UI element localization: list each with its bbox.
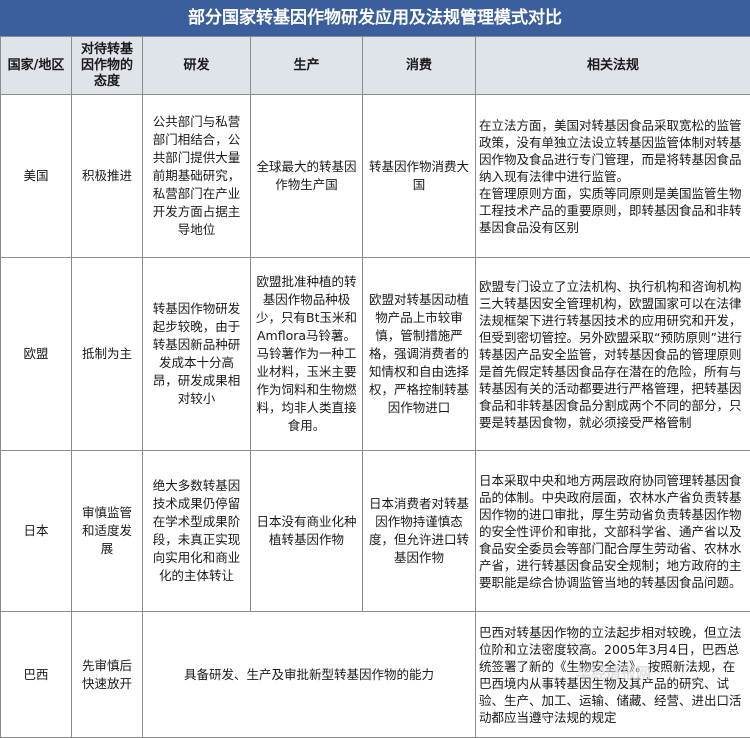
regulation-paragraph: 欧盟专门设立了立法机构、执行机构和咨询机构三大转基因安全管理机构，欧盟国家可以在… bbox=[479, 278, 747, 431]
cell-attitude: 积极推进 bbox=[72, 95, 143, 258]
cell-region: 美国 bbox=[1, 95, 72, 258]
cell-region: 巴西 bbox=[1, 612, 72, 738]
cell-rd: 公共部门与私营部门相结合，公共部门提供大量前期基础研究，私营部门在产业开发方面占… bbox=[143, 95, 251, 258]
header-region: 国家/地区 bbox=[1, 37, 72, 95]
cell-attitude: 先审慎后快速放开 bbox=[72, 612, 143, 738]
table-row: 日本 审慎监管和适度发展 绝大多数转基因技术成果仍停留在学术型成果阶段，未真正实… bbox=[1, 451, 750, 612]
cell-attitude: 审慎监管和适度发展 bbox=[72, 451, 143, 612]
header-consumption: 消费 bbox=[363, 37, 476, 95]
cell-consumption: 日本消费者对转基因作物持谨慎态度，但允许进口转基因作物 bbox=[363, 451, 476, 612]
cell-rd-production: 具备研发、生产及审批新型转基因作物的能力 bbox=[143, 612, 476, 738]
header-rd: 研发 bbox=[143, 37, 251, 95]
header-production: 生产 bbox=[251, 37, 363, 95]
regulation-paragraph: 在立法方面，美国对转基因食品采取宽松的监管政策，没有单独立法设立转基因监管体制对… bbox=[479, 117, 747, 185]
cell-regulations: 在立法方面，美国对转基因食品采取宽松的监管政策，没有单独立法设立转基因监管体制对… bbox=[476, 95, 750, 258]
regulation-paragraph: 日本采取中央和地方两层政府协同管理转基因食品的体制。中央政府层面，农林水产省负责… bbox=[479, 472, 747, 591]
cell-consumption: 欧盟对转基因动植物产品上市较审慎，管制措施严格，强调消费者的知情权和自由选择权，… bbox=[363, 258, 476, 451]
regulation-paragraph: 在管理原则方面，实质等同原则是美国监管生物工程技术产品的重要原则，即转基因食品和… bbox=[479, 185, 747, 236]
cell-regulations: 巴西对转基因作物的立法起步相对较晚，但立法位阶和立法密度较高。2005年3月4日… bbox=[476, 612, 750, 738]
cell-rd: 转基因作物研发起步较晚，由于转基因新品种研发成本十分高昂，研发成果相对较小 bbox=[143, 258, 251, 451]
cell-region: 日本 bbox=[1, 451, 72, 612]
cell-rd: 绝大多数转基因技术成果仍停留在学术型成果阶段，未真正实现向实用化和商业化的主体转… bbox=[143, 451, 251, 612]
table-title: 部分国家转基因作物研发应用及法规管理模式对比 bbox=[0, 0, 750, 37]
table-row: 巴西 先审慎后快速放开 具备研发、生产及审批新型转基因作物的能力 巴西对转基因作… bbox=[1, 612, 750, 738]
header-row: 国家/地区 对待转基因作物的态度 研发 生产 消费 相关法规 bbox=[1, 37, 750, 95]
cell-consumption: 转基因作物消费大国 bbox=[363, 95, 476, 258]
cell-region: 欧盟 bbox=[1, 258, 72, 451]
cell-regulations: 欧盟专门设立了立法机构、执行机构和咨询机构三大转基因安全管理机构，欧盟国家可以在… bbox=[476, 258, 750, 451]
header-attitude: 对待转基因作物的态度 bbox=[72, 37, 143, 95]
cell-production: 全球最大的转基因作物生产国 bbox=[251, 95, 363, 258]
table-row: 美国 积极推进 公共部门与私营部门相结合，公共部门提供大量前期基础研究，私营部门… bbox=[1, 95, 750, 258]
header-regulations: 相关法规 bbox=[476, 37, 750, 95]
cell-regulations: 日本采取中央和地方两层政府协同管理转基因食品的体制。中央政府层面，农林水产省负责… bbox=[476, 451, 750, 612]
cell-attitude: 抵制为主 bbox=[72, 258, 143, 451]
regulation-paragraph: 巴西对转基因作物的立法起步相对较晚，但立法位阶和立法密度较高。2005年3月4日… bbox=[479, 624, 747, 726]
table-row: 欧盟 抵制为主 转基因作物研发起步较晚，由于转基因新品种研发成本十分高昂，研发成… bbox=[1, 258, 750, 451]
cell-production: 欧盟批准种植的转基因作物品种极少，只有Bt玉米和Amflora马铃薯。马铃薯作为… bbox=[251, 258, 363, 451]
cell-production: 日本没有商业化种植转基因作物 bbox=[251, 451, 363, 612]
comparison-table: 国家/地区 对待转基因作物的态度 研发 生产 消费 相关法规 美国 积极推进 公… bbox=[0, 36, 750, 738]
